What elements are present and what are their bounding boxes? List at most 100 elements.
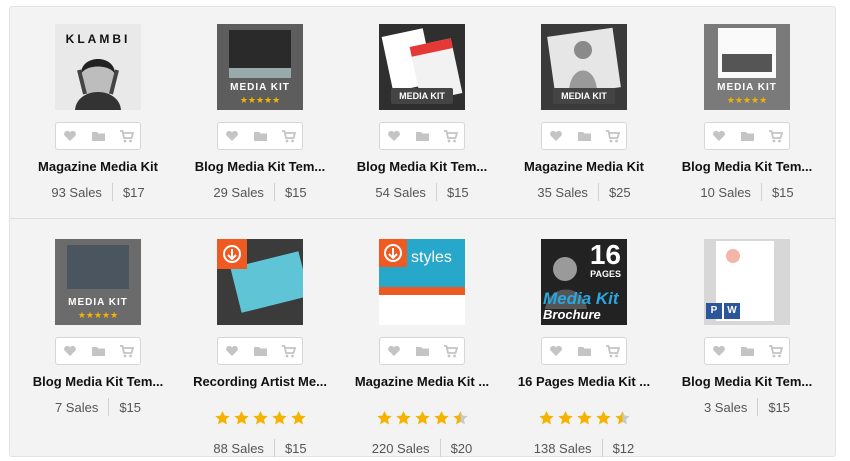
heart-icon[interactable] bbox=[705, 338, 733, 364]
sales-count: 93 Sales bbox=[51, 184, 102, 200]
product-meta: 93 Sales $17 bbox=[18, 183, 178, 201]
product-title[interactable]: 16 Pages Media Kit ... bbox=[504, 374, 664, 389]
star-icon bbox=[271, 411, 287, 425]
product-title[interactable]: Magazine Media Kit bbox=[18, 159, 178, 174]
action-bar bbox=[379, 337, 465, 365]
heart-icon[interactable] bbox=[56, 123, 84, 149]
price: $15 bbox=[446, 184, 469, 200]
folder-icon[interactable] bbox=[246, 123, 274, 149]
product-meta: 220 Sales $20 bbox=[342, 439, 502, 457]
anchor-icon bbox=[384, 244, 402, 262]
divider bbox=[439, 439, 441, 457]
product-title[interactable]: Blog Media Kit Tem... bbox=[667, 374, 827, 389]
product-meta: 29 Sales $15 bbox=[180, 183, 340, 201]
folder-icon[interactable] bbox=[408, 338, 436, 364]
product-title[interactable]: Blog Media Kit Tem... bbox=[342, 159, 502, 174]
thumb-band bbox=[379, 287, 465, 295]
product-thumbnail[interactable]: MEDIA KIT bbox=[541, 24, 627, 110]
price: $20 bbox=[450, 440, 473, 456]
folder-icon[interactable] bbox=[84, 338, 112, 364]
product-thumbnail[interactable] bbox=[217, 239, 303, 325]
product-card: MEDIA KIT ★★★★★ Blog Media Kit Tem... 29… bbox=[180, 24, 340, 224]
thumb-screen bbox=[67, 245, 129, 289]
word-icon: W bbox=[724, 303, 740, 319]
price: $15 bbox=[284, 184, 307, 200]
sales-count: 138 Sales bbox=[533, 440, 592, 456]
thumb-content bbox=[229, 68, 291, 78]
portrait-image bbox=[75, 59, 121, 110]
star-icon bbox=[214, 411, 230, 425]
divider bbox=[111, 183, 113, 201]
thumb-text: styles bbox=[411, 249, 452, 266]
folder-icon[interactable] bbox=[733, 123, 761, 149]
product-title[interactable]: Magazine Media Kit bbox=[504, 159, 664, 174]
cart-icon[interactable] bbox=[274, 123, 302, 149]
sales-count: 3 Sales bbox=[703, 399, 748, 415]
product-card: 16 PAGES Media Kit Brochure 16 Pages Med… bbox=[504, 239, 664, 457]
folder-icon[interactable] bbox=[733, 338, 761, 364]
price: $15 bbox=[284, 440, 307, 456]
folder-icon[interactable] bbox=[570, 338, 598, 364]
folder-icon[interactable] bbox=[246, 338, 274, 364]
cart-icon[interactable] bbox=[112, 338, 140, 364]
product-thumbnail[interactable]: styles bbox=[379, 239, 465, 325]
cart-icon[interactable] bbox=[436, 123, 464, 149]
star-icon bbox=[433, 411, 449, 425]
product-thumbnail[interactable]: MEDIA KIT bbox=[379, 24, 465, 110]
product-title[interactable]: Blog Media Kit Tem... bbox=[180, 159, 340, 174]
cart-icon[interactable] bbox=[112, 123, 140, 149]
folder-icon[interactable] bbox=[408, 123, 436, 149]
divider bbox=[108, 398, 110, 416]
cart-icon[interactable] bbox=[436, 338, 464, 364]
product-meta: 10 Sales $15 bbox=[667, 183, 827, 201]
sales-count: 54 Sales bbox=[375, 184, 426, 200]
heart-icon[interactable] bbox=[542, 338, 570, 364]
thumb-text: MEDIA KIT bbox=[230, 82, 290, 93]
heart-icon[interactable] bbox=[380, 338, 408, 364]
divider bbox=[757, 398, 759, 416]
heart-icon[interactable] bbox=[380, 123, 408, 149]
heart-icon[interactable] bbox=[218, 123, 246, 149]
product-thumbnail[interactable]: MEDIA KIT ★★★★★ bbox=[55, 239, 141, 325]
price: $12 bbox=[612, 440, 635, 456]
product-meta: 35 Sales $25 bbox=[504, 183, 664, 201]
product-meta: 88 Sales $15 bbox=[180, 439, 340, 457]
cart-icon[interactable] bbox=[598, 123, 626, 149]
product-title[interactable]: Blog Media Kit Tem... bbox=[667, 159, 827, 174]
thumb-text: Media Kit bbox=[543, 289, 619, 308]
product-thumbnail[interactable]: MEDIA KIT ★★★★★ bbox=[704, 24, 790, 110]
heart-icon[interactable] bbox=[218, 338, 246, 364]
anchor-icon bbox=[223, 245, 241, 263]
cart-icon[interactable] bbox=[598, 338, 626, 364]
cart-icon[interactable] bbox=[274, 338, 302, 364]
thumb-screen bbox=[229, 30, 291, 68]
heart-icon[interactable] bbox=[705, 123, 733, 149]
product-title[interactable]: Blog Media Kit Tem... bbox=[18, 374, 178, 389]
action-bar bbox=[55, 337, 141, 365]
star-icon bbox=[452, 411, 468, 425]
thumb-text-secondary: Brochure bbox=[543, 307, 601, 322]
cart-icon[interactable] bbox=[761, 338, 789, 364]
product-title[interactable]: Recording Artist Me... bbox=[180, 374, 340, 389]
product-thumbnail[interactable]: 16 PAGES Media Kit Brochure bbox=[541, 239, 627, 325]
product-meta: 7 Sales $15 bbox=[18, 398, 178, 416]
action-bar bbox=[217, 122, 303, 150]
price: $25 bbox=[608, 184, 631, 200]
thumb-text: MEDIA KIT bbox=[717, 82, 777, 93]
product-title[interactable]: Magazine Media Kit ... bbox=[342, 374, 502, 389]
divider bbox=[273, 439, 275, 457]
folder-icon[interactable] bbox=[570, 123, 598, 149]
cart-icon[interactable] bbox=[761, 123, 789, 149]
thumb-stars: ★★★★★ bbox=[77, 310, 119, 320]
product-card: P W Blog Media Kit Tem... 3 Sales $15 bbox=[667, 239, 827, 439]
heart-icon[interactable] bbox=[56, 338, 84, 364]
sales-count: 29 Sales bbox=[213, 184, 264, 200]
product-thumbnail[interactable]: MEDIA KIT ★★★★★ bbox=[217, 24, 303, 110]
product-card: MEDIA KIT ★★★★★ Blog Media Kit Tem... 10… bbox=[667, 24, 827, 224]
thumb-stars: ★★★★★ bbox=[239, 95, 281, 105]
product-thumbnail[interactable]: KLAMBI bbox=[55, 24, 141, 110]
heart-icon[interactable] bbox=[542, 123, 570, 149]
action-bar bbox=[704, 122, 790, 150]
folder-icon[interactable] bbox=[84, 123, 112, 149]
product-thumbnail[interactable]: P W bbox=[704, 239, 790, 325]
